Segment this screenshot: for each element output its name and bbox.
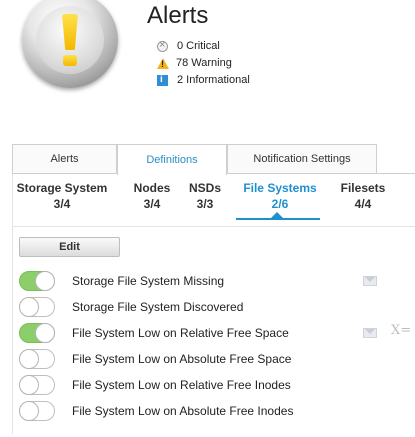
definition-row: File System Low on Relative Free Inodes	[19, 375, 409, 395]
enable-toggle[interactable]	[19, 297, 55, 317]
subtab-label: File Systems	[243, 181, 317, 195]
subtab-nsds[interactable]: NSDs 3/3	[188, 180, 222, 212]
subtab-label: Nodes	[133, 181, 171, 195]
tab-bar: Alerts Definitions Notification Settings	[12, 144, 412, 175]
tab-notification-settings[interactable]: Notification Settings	[227, 144, 377, 173]
subtab-nodes[interactable]: Nodes 3/4	[130, 180, 174, 212]
warning-count: 78 Warning	[176, 57, 232, 69]
subtab-label: Filesets	[340, 181, 386, 195]
critical-count: 0 Critical	[177, 40, 220, 52]
subtab-count: 3/4	[53, 197, 71, 211]
enable-toggle[interactable]	[19, 401, 55, 421]
critical-icon	[157, 39, 168, 52]
subtab-count: 3/3	[196, 197, 214, 211]
subtab-file-systems[interactable]: File Systems 2/6	[238, 180, 322, 212]
subtab-divider	[12, 226, 415, 227]
subtab-count: 2/6	[271, 197, 289, 211]
enable-toggle[interactable]	[19, 323, 55, 343]
enable-toggle[interactable]	[19, 349, 55, 369]
subtab-count: 4/4	[354, 197, 372, 211]
warning-icon	[157, 57, 169, 69]
definition-label: File System Low on Relative Free Space	[72, 326, 289, 340]
subtab-count: 3/4	[143, 197, 161, 211]
email-icon[interactable]	[363, 276, 377, 286]
definition-row: Storage File System Missing	[19, 271, 409, 291]
subtab-label: NSDs	[188, 181, 221, 195]
definition-label: File System Low on Absolute Free Space	[72, 352, 292, 366]
definition-row: File System Low on Absolute Free Inodes	[19, 401, 409, 421]
definition-row: File System Low on Absolute Free Space	[19, 349, 409, 369]
subtab-label: Storage System	[16, 181, 108, 195]
tab-alerts[interactable]: Alerts	[12, 144, 117, 173]
tab-definitions[interactable]: Definitions	[117, 144, 227, 175]
definition-label: Storage File System Discovered	[72, 300, 244, 314]
definition-row: File System Low on Relative Free Space X…	[19, 323, 411, 343]
active-subtab-underline	[236, 218, 320, 220]
edit-button[interactable]: Edit	[19, 237, 120, 257]
email-icon[interactable]	[363, 328, 377, 338]
summary-informational: 2 Informational	[157, 73, 250, 87]
enable-toggle[interactable]	[19, 271, 55, 291]
alert-badge-icon	[22, 0, 118, 88]
definition-row: Storage File System Discovered	[19, 297, 409, 317]
definition-label: File System Low on Relative Free Inodes	[72, 378, 291, 392]
summary-warning: 78 Warning	[157, 56, 232, 70]
enable-toggle[interactable]	[19, 375, 55, 395]
panel-left-border	[12, 144, 13, 434]
subtab-storage-system[interactable]: Storage System 3/4	[16, 180, 108, 212]
subtab-filesets[interactable]: Filesets 4/4	[336, 180, 390, 212]
sms-icon[interactable]: X=	[391, 323, 411, 338]
summary-critical: 0 Critical	[157, 39, 220, 53]
page-title: Alerts	[147, 2, 209, 29]
definition-label: File System Low on Absolute Free Inodes	[72, 404, 294, 418]
informational-count: 2 Informational	[177, 74, 250, 86]
definition-label: Storage File System Missing	[72, 274, 225, 288]
info-icon	[157, 74, 168, 86]
